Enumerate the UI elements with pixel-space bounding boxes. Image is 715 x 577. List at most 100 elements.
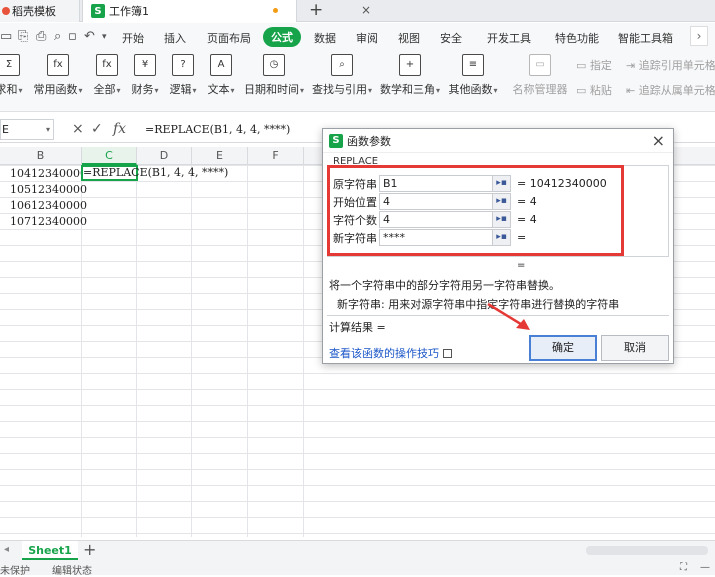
common-functions-button[interactable]: fx 常用函数▾ (33, 54, 83, 97)
sheet-nav-icon[interactable]: ◂ (4, 544, 9, 555)
cell-b2[interactable]: 10512340000 (10, 182, 87, 198)
sum-button[interactable]: Σ 求和▾ (0, 54, 26, 97)
math-trig-button[interactable]: + 数学和三角▾ (379, 54, 441, 97)
logic-label: 逻辑 (169, 83, 192, 96)
name-box[interactable]: E ▾ (0, 119, 54, 140)
menu-view[interactable]: 视图 (398, 30, 420, 46)
text-button[interactable]: A 文本▾ (204, 54, 238, 97)
help-expand-icon (443, 349, 452, 358)
tab-label: 工作簿1 (109, 5, 149, 18)
finance-button[interactable]: ¥ 财务▾ (128, 54, 162, 97)
lookup-button[interactable]: ⌕ 查找与引用▾ (311, 54, 373, 97)
assign-name-button[interactable]: ▭ 指定 (576, 57, 612, 73)
assign-icon: ▭ (576, 59, 590, 72)
menu-features[interactable]: 特色功能 (555, 30, 599, 46)
clock-icon: ◷ (263, 54, 285, 76)
new-tab-button[interactable]: + (309, 0, 323, 20)
function-icon: fx (47, 54, 69, 76)
tab-close-icon[interactable]: × (361, 3, 371, 17)
assign-label: 指定 (589, 59, 612, 72)
paste-name-button[interactable]: ▭ 粘贴 (576, 82, 612, 98)
finance-label: 财务 (131, 83, 154, 96)
horizontal-scrollbar[interactable] (586, 546, 708, 555)
name-box-value: E (2, 123, 9, 136)
calculation-result: 计算结果 = (329, 321, 386, 334)
undo-dropdown-icon[interactable]: ▾ (102, 32, 107, 42)
unsaved-dot-icon (273, 8, 278, 13)
trace-precedents-icon: ⇥ (626, 59, 639, 72)
cell-b1[interactable]: 10412340000 (10, 166, 87, 182)
menu-data[interactable]: 数据 (314, 30, 336, 46)
more-functions-button[interactable]: ≡ 其他函数▾ (447, 54, 499, 97)
menu-page-layout[interactable]: 页面布局 (207, 30, 251, 46)
ok-button[interactable]: 确定 (529, 335, 597, 361)
cancel-button[interactable]: 取消 (601, 335, 669, 361)
confirm-formula-icon[interactable]: ✓ (91, 121, 103, 137)
menu-scroll-right-icon[interactable]: › (690, 26, 708, 46)
dialog-title-bar: S 函数参数 (323, 129, 673, 153)
function-help-link[interactable]: 查看该函数的操作技巧 (329, 345, 452, 361)
math-trig-label: 数学和三角 (379, 83, 435, 96)
sum-icon: Σ (0, 54, 20, 76)
print-icon[interactable]: ⎙ (36, 29, 46, 44)
tab-daoke-templates[interactable]: 稻壳模板 (0, 0, 80, 22)
math-icon: + (399, 54, 421, 76)
sum-label: 求和 (0, 83, 18, 96)
column-header-c[interactable]: C (82, 147, 137, 165)
cell-b4[interactable]: 10712340000 (10, 214, 87, 230)
function-all-icon: fx (96, 54, 118, 76)
logic-button[interactable]: ? 逻辑▾ (166, 54, 200, 97)
title-bar: 稻壳模板 S 工作簿1 × + (0, 0, 715, 22)
cell-c1-active[interactable]: =REPLACE(B1, 4, 4, ****) (81, 165, 228, 181)
menu-review[interactable]: 审阅 (356, 30, 378, 46)
add-sheet-button[interactable]: + (83, 540, 96, 559)
column-header-d[interactable]: D (137, 147, 192, 165)
trace-dependents-button[interactable]: ⇤ 追踪从属单元格 (626, 82, 715, 98)
insert-function-icon[interactable]: fx (113, 121, 126, 137)
status-bar: 未保护 编辑状态 ⛶ — (0, 560, 715, 577)
menu-insert[interactable]: 插入 (164, 30, 186, 46)
grid-vline (136, 165, 137, 537)
menu-smart-toolbox[interactable]: 智能工具箱 (618, 30, 673, 46)
text-label: 文本 (207, 83, 230, 96)
cell-b3[interactable]: 10612340000 (10, 198, 87, 214)
more-functions-icon: ≡ (462, 54, 484, 76)
cancel-formula-icon[interactable]: × (72, 121, 84, 137)
save-icon[interactable]: ▭ (0, 29, 12, 44)
tab-workbook[interactable]: S 工作簿1 × (82, 0, 371, 22)
name-manager-button[interactable]: ▭ 名称管理器 (512, 54, 568, 97)
dialog-close-icon[interactable]: × (652, 131, 665, 150)
column-header-b[interactable]: B (0, 147, 82, 165)
sheet-tab-sheet1[interactable]: Sheet1 (22, 541, 78, 560)
date-time-button[interactable]: ◷ 日期和时间▾ (243, 54, 305, 97)
lookup-label: 查找与引用 (311, 83, 367, 96)
menu-security[interactable]: 安全 (440, 30, 462, 46)
column-header-e[interactable]: E (192, 147, 248, 165)
common-functions-label: 常用函数 (33, 83, 78, 96)
menu-formulas[interactable]: 公式 (263, 27, 301, 47)
menu-home[interactable]: 开始 (122, 30, 144, 46)
export-icon[interactable]: ⎘ (18, 29, 28, 44)
fullscreen-icon[interactable]: ⛶ (680, 562, 687, 573)
column-header-f[interactable]: F (248, 147, 304, 165)
all-functions-button[interactable]: fx 全部▾ (90, 54, 124, 97)
menu-bar: ▭ ⎘ ⎙ ⌕ ▫ ↶ ▾ 开始 插入 页面布局 公式 数据 审阅 视图 安全 … (0, 23, 715, 50)
more-icon[interactable]: ▫ (68, 29, 77, 44)
parameter-help: 新字符串: 用来对源字符串中指定字符串进行替换的字符串 (337, 298, 620, 311)
daoke-logo-icon (2, 7, 10, 15)
lookup-icon: ⌕ (331, 54, 353, 76)
undo-icon[interactable]: ↶ (84, 29, 95, 44)
grid-vline (247, 165, 248, 537)
sheet-tab-bar: ◂ Sheet1 + (0, 540, 715, 560)
name-box-dropdown-icon[interactable]: ▾ (46, 120, 50, 139)
formula-input[interactable]: =REPLACE(B1, 4, 4, ****) (145, 123, 290, 136)
trace-precedents-button[interactable]: ⇥ 追踪引用单元格 (626, 57, 715, 73)
finance-icon: ¥ (134, 54, 156, 76)
spreadsheet-logo-icon: S (329, 133, 343, 148)
preview-icon[interactable]: ⌕ (54, 29, 61, 44)
grid-vline (303, 165, 304, 537)
more-functions-label: 其他函数 (448, 83, 493, 96)
zoom-out-icon[interactable]: — (700, 562, 710, 573)
trace-dependents-label: 追踪从属单元格 (638, 84, 715, 97)
menu-developer[interactable]: 开发工具 (487, 30, 531, 46)
